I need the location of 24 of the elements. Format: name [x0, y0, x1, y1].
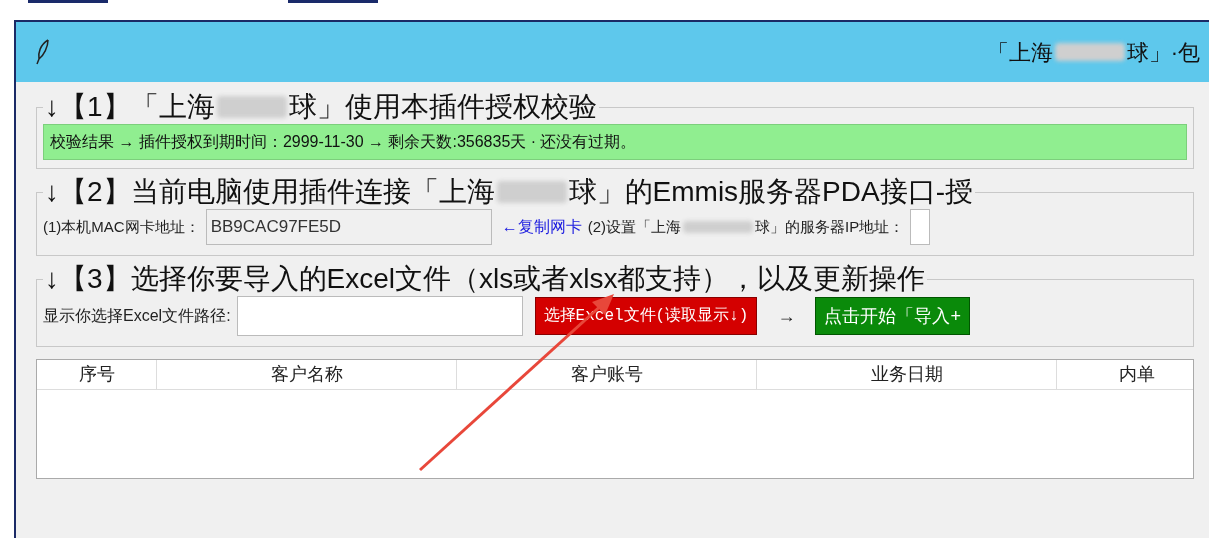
window-title: 「上海 球」·包: [986, 38, 1200, 67]
mac-label: (1)本机MAC网卡地址：: [43, 216, 200, 237]
server-ip-label: (2)设置「上海 球」的服务器IP地址：: [587, 216, 905, 237]
column-header[interactable]: 序号: [37, 360, 157, 389]
feather-icon: [36, 39, 50, 65]
file-path-label: 显示你选择Excel文件路径:: [43, 306, 231, 326]
copy-mac-link[interactable]: ←复制网卡: [501, 215, 582, 239]
section-heading: ↓【1】「上海 球」使用本插件授权校验: [44, 90, 598, 124]
arrow-text: →: [777, 304, 796, 328]
redaction-blur: [216, 95, 287, 119]
start-import-button[interactable]: 点击开始「导入+: [815, 297, 970, 335]
file-path-field[interactable]: [236, 296, 523, 336]
column-header[interactable]: 客户账号: [457, 360, 757, 389]
section-heading: ↓【3】选择你要导入的Excel文件（xls或者xlsx都支持），以及更新操作: [44, 262, 927, 296]
column-header[interactable]: 内单: [1057, 360, 1209, 389]
column-header[interactable]: 业务日期: [757, 360, 1057, 389]
redaction-blur: [683, 221, 753, 233]
license-result: 校验结果 → 插件授权到期时间：2999-11-30 → 剩余天数:356835天 · 还没有过期。: [43, 124, 1187, 160]
mac-address-field[interactable]: BB9CAC97FE5D: [205, 209, 492, 245]
redaction-blur: [1054, 43, 1125, 61]
server-ip-field[interactable]: [910, 209, 931, 245]
redaction-blur: [496, 180, 567, 204]
section-heading: ↓【2】当前电脑使用插件连接「上海 球」的Emmis服务器PDA接口-授: [44, 175, 975, 209]
column-header[interactable]: 客户名称: [157, 360, 457, 389]
